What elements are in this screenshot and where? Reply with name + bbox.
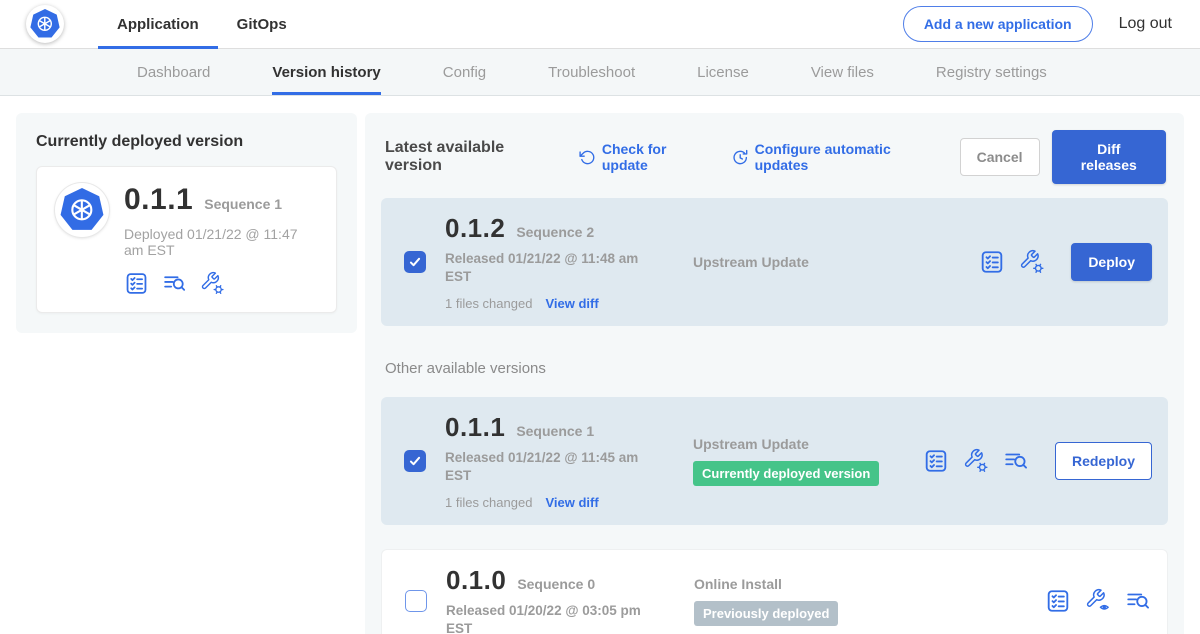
kubernetes-helm-wheel-icon (30, 9, 60, 39)
version-actions (924, 588, 1151, 614)
version-row: 0.1.1 Sequence 1 Released 01/21/22 @ 11:… (381, 397, 1168, 525)
lines-magnifier-icon[interactable] (162, 271, 187, 296)
lines-magnifier-icon[interactable] (1003, 448, 1029, 474)
available-versions-header: Latest available version Check for updat… (381, 129, 1168, 198)
latest-available-title: Latest available version (385, 139, 559, 175)
cancel-button[interactable]: Cancel (960, 138, 1040, 176)
view-diff-link[interactable]: View diff (545, 296, 598, 311)
deployed-sequence-label: Sequence 1 (204, 196, 282, 212)
version-row: 0.1.2 Sequence 2 Released 01/21/22 @ 11:… (381, 198, 1168, 326)
source-label: Upstream Update (693, 436, 923, 452)
check-for-update-link[interactable]: Check for update (579, 141, 712, 173)
other-versions-slot: 0.1.1 Sequence 1 Released 01/21/22 @ 11:… (381, 397, 1168, 634)
wrench-gear-icon[interactable] (963, 448, 989, 474)
sequence-label: Sequence 1 (516, 423, 594, 439)
version-checkbox[interactable] (404, 251, 426, 273)
version-info: 0.1.0 Sequence 0 Released 01/20/22 @ 03:… (446, 565, 694, 634)
wrench-gear-icon[interactable] (1019, 249, 1045, 275)
sub-tab-troubleshoot[interactable]: Troubleshoot (548, 49, 635, 95)
currently-deployed-panel: Currently deployed version 0.1.1 Sequenc (16, 113, 357, 333)
version-action-icons (1045, 588, 1151, 614)
deployed-version-card: 0.1.1 Sequence 1 Deployed 01/21/22 @ 11:… (36, 166, 337, 313)
version-actions: Redeploy (923, 442, 1152, 480)
files-changed-line: 1 files changed View diff (445, 495, 693, 510)
schedule-update-icon (732, 149, 748, 166)
version-source: Upstream Update (693, 254, 923, 270)
other-versions-title: Other available versions (385, 360, 1168, 377)
lines-magnifier-icon[interactable] (1125, 588, 1151, 614)
view-diff-link[interactable]: View diff (545, 495, 598, 510)
sub-tab-license[interactable]: License (697, 49, 749, 95)
latest-version-slot: 0.1.2 Sequence 2 Released 01/21/22 @ 11:… (381, 198, 1168, 326)
add-application-button[interactable]: Add a new application (903, 6, 1093, 42)
app-logo (55, 183, 109, 237)
files-changed-line: 1 files changed View diff (445, 296, 693, 311)
kubernetes-logo (26, 5, 64, 43)
deployed-version-number: 0.1.1 (124, 183, 193, 217)
refresh-icon (579, 149, 595, 166)
available-versions-panel: Latest available version Check for updat… (365, 113, 1184, 634)
files-changed-label: 1 files changed (445, 495, 532, 510)
check-icon (408, 255, 422, 269)
version-source: Upstream Update Currently deployed versi… (693, 436, 923, 486)
currently-deployed-title: Currently deployed version (36, 133, 337, 151)
sub-tab-config[interactable]: Config (443, 49, 486, 95)
sub-tab-registry-settings[interactable]: Registry settings (936, 49, 1047, 95)
checklist-icon[interactable] (124, 271, 149, 296)
version-action-icons (979, 249, 1045, 275)
wrench-eye-icon[interactable] (1085, 588, 1111, 614)
sequence-label: Sequence 0 (517, 576, 595, 592)
source-label: Upstream Update (693, 254, 923, 270)
version-source: Online Install Previously deployed (694, 576, 924, 626)
redeploy-button[interactable]: Redeploy (1055, 442, 1152, 480)
released-timestamp: Released 01/21/22 @ 11:45 am EST (445, 449, 657, 484)
checklist-icon[interactable] (979, 249, 1005, 275)
main-content: Currently deployed version 0.1.1 Sequenc (0, 96, 1200, 634)
status-badge: Previously deployed (694, 601, 838, 626)
kubernetes-helm-wheel-icon (60, 188, 104, 232)
diff-releases-button[interactable]: Diff releases (1052, 130, 1166, 184)
version-number: 0.1.2 (445, 213, 505, 244)
deployed-timestamp: Deployed 01/21/22 @ 11:47 am EST (124, 226, 318, 258)
top-tab-application[interactable]: Application (98, 0, 218, 48)
version-actions: Deploy (923, 243, 1152, 281)
released-timestamp: Released 01/20/22 @ 03:05 pm EST (446, 602, 658, 634)
source-label: Online Install (694, 576, 924, 592)
configure-automatic-updates-link[interactable]: Configure automatic updates (732, 141, 941, 173)
top-tab-gitops[interactable]: GitOps (218, 0, 306, 48)
wrench-gear-icon[interactable] (200, 271, 225, 296)
deployed-version-actions (124, 271, 318, 296)
sub-tab-view-files[interactable]: View files (811, 49, 874, 95)
version-info: 0.1.2 Sequence 2 Released 01/21/22 @ 11:… (445, 213, 693, 311)
logout-link[interactable]: Log out (1119, 15, 1172, 33)
version-action-icons (923, 448, 1029, 474)
sub-tab-dashboard[interactable]: Dashboard (137, 49, 210, 95)
top-nav: ApplicationGitOps Add a new application … (0, 0, 1200, 49)
app-nav-tabs: ApplicationGitOps (98, 0, 306, 48)
app-section-tabs: Dashboard Version history Config Troublesho… (0, 49, 1200, 96)
version-row: 0.1.0 Sequence 0 Released 01/20/22 @ 03:… (381, 549, 1168, 634)
released-timestamp: Released 01/21/22 @ 11:48 am EST (445, 250, 657, 285)
checklist-icon[interactable] (1045, 588, 1071, 614)
files-changed-label: 1 files changed (445, 296, 532, 311)
version-checkbox[interactable] (404, 450, 426, 472)
deploy-button[interactable]: Deploy (1071, 243, 1152, 281)
version-info: 0.1.1 Sequence 1 Released 01/21/22 @ 11:… (445, 412, 693, 510)
sequence-label: Sequence 2 (516, 224, 594, 240)
checklist-icon[interactable] (923, 448, 949, 474)
status-badge: Currently deployed version (693, 461, 879, 486)
version-number: 0.1.0 (446, 565, 506, 596)
sub-tab-version-history[interactable]: Version history (272, 49, 380, 95)
version-number: 0.1.1 (445, 412, 505, 443)
version-checkbox[interactable] (405, 590, 427, 612)
check-icon (408, 454, 422, 468)
